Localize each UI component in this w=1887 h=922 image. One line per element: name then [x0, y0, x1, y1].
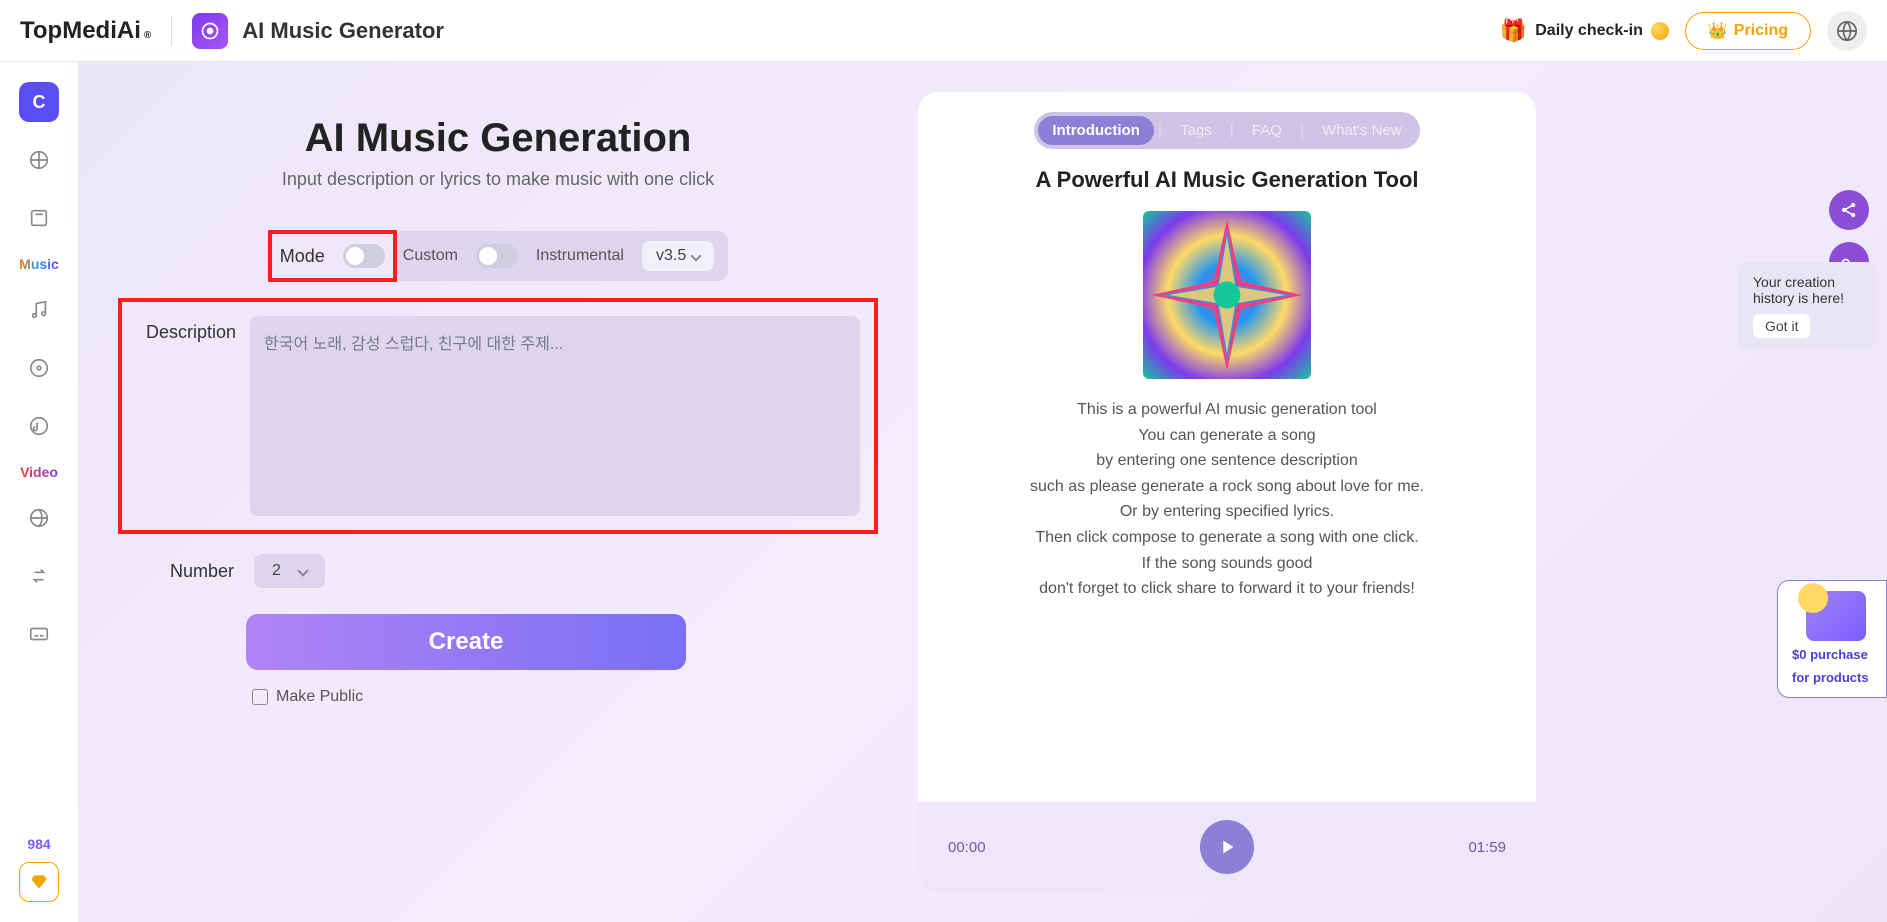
- app-title: AI Music Generator: [242, 18, 444, 44]
- version-value: v3.5: [656, 247, 686, 265]
- c-icon: C: [33, 92, 46, 113]
- custom-toggle[interactable]: [343, 244, 385, 268]
- instrumental-label: Instrumental: [536, 247, 624, 265]
- create-button[interactable]: Create: [246, 614, 686, 670]
- number-value: 2: [272, 562, 281, 580]
- logo[interactable]: TopMediAi ®: [20, 17, 151, 45]
- promo-banner[interactable]: $0 purchase for products: [1777, 580, 1887, 698]
- app-icon: [192, 13, 228, 49]
- panel-line: You can generate a song: [942, 423, 1512, 449]
- share-button[interactable]: [1829, 190, 1869, 230]
- description-input[interactable]: [250, 316, 860, 516]
- music-section-label: Music: [19, 256, 59, 272]
- panel-line: Or by entering specified lyrics.: [942, 499, 1512, 525]
- panel-line: don't forget to click share to forward i…: [942, 576, 1512, 602]
- content: AI Music Generation Input description or…: [78, 62, 1887, 922]
- video-section-label: Video: [20, 464, 58, 480]
- logo-text: TopMediAi: [20, 17, 141, 45]
- tab-separator: |: [1230, 122, 1234, 140]
- chevron-down-icon: [691, 250, 702, 261]
- sidebar: C Music Video 984: [0, 62, 78, 922]
- instrumental-toggle[interactable]: [476, 244, 518, 268]
- time-total: 01:59: [1468, 839, 1506, 856]
- mode-options: Custom Instrumental v3.5: [393, 231, 728, 281]
- form-area: AI Music Generation Input description or…: [118, 92, 878, 892]
- custom-label: Custom: [403, 247, 458, 265]
- number-select[interactable]: 2: [254, 554, 325, 588]
- pricing-button[interactable]: 👑 Pricing: [1685, 12, 1811, 50]
- sidebar-item-tiktok[interactable]: [19, 406, 59, 446]
- pricing-label: Pricing: [1734, 22, 1788, 40]
- public-row: Make Public: [252, 688, 878, 706]
- sidebar-bottom: 984: [19, 836, 59, 922]
- gift-icon: 🎁: [1500, 18, 1527, 44]
- sidebar-item-subtitle[interactable]: [19, 614, 59, 654]
- checkin-label: Daily check-in: [1535, 22, 1643, 40]
- panel-artwork: [1143, 211, 1311, 379]
- panel-line: This is a powerful AI music generation t…: [942, 397, 1512, 423]
- language-button[interactable]: [1827, 11, 1867, 51]
- sidebar-item-disc[interactable]: [19, 348, 59, 388]
- header-left: TopMediAi ® AI Music Generator: [20, 13, 444, 49]
- page-subtitle: Input description or lyrics to make musi…: [118, 169, 878, 190]
- header: TopMediAi ® AI Music Generator 🎁 Daily c…: [0, 0, 1887, 62]
- daily-checkin[interactable]: 🎁 Daily check-in: [1500, 18, 1669, 44]
- mode-highlight-box: Mode: [268, 230, 397, 282]
- panel-line: such as please generate a rock song abou…: [942, 474, 1512, 500]
- number-label: Number: [170, 561, 234, 582]
- sidebar-item-library[interactable]: [19, 198, 59, 238]
- public-checkbox[interactable]: [252, 689, 268, 705]
- sidebar-item-world[interactable]: [19, 498, 59, 538]
- description-label: Description: [146, 322, 236, 516]
- info-tabs: Introduction | Tags | FAQ | What's New: [1034, 112, 1419, 149]
- header-right: 🎁 Daily check-in 👑 Pricing: [1500, 11, 1867, 51]
- sidebar-item-explore[interactable]: [19, 140, 59, 180]
- time-current: 00:00: [948, 839, 986, 856]
- tab-separator: |: [1300, 122, 1304, 140]
- credits-count: 984: [27, 836, 50, 852]
- panel-description: This is a powerful AI music generation t…: [918, 397, 1536, 602]
- crown-icon: 👑: [1708, 21, 1728, 41]
- public-label: Make Public: [276, 688, 363, 706]
- tab-introduction[interactable]: Introduction: [1038, 116, 1153, 145]
- play-button[interactable]: [1200, 820, 1254, 874]
- info-panel: Introduction | Tags | FAQ | What's New A…: [918, 92, 1536, 892]
- history-tooltip: Your creation history is here! Got it: [1737, 262, 1877, 350]
- panel-title: A Powerful AI Music Generation Tool: [918, 167, 1536, 193]
- promo-gift-icon: [1806, 591, 1866, 641]
- page-title: AI Music Generation: [118, 116, 878, 161]
- description-highlight-box: Description: [118, 298, 878, 534]
- mode-row: Mode Custom Instrumental v3.5: [118, 230, 878, 282]
- chevron-down-icon: [297, 565, 308, 576]
- mode-label: Mode: [280, 246, 325, 267]
- version-select[interactable]: v3.5: [642, 241, 714, 271]
- sidebar-item-c[interactable]: C: [19, 82, 59, 122]
- tab-separator: |: [1158, 122, 1162, 140]
- diamond-button[interactable]: [19, 862, 59, 902]
- panel-line: Then click compose to generate a song wi…: [942, 525, 1512, 551]
- panel-line: by entering one sentence description: [942, 448, 1512, 474]
- logo-sup: ®: [144, 30, 151, 41]
- tab-faq[interactable]: FAQ: [1238, 116, 1296, 145]
- coin-icon: [1651, 22, 1669, 40]
- tooltip-got-it[interactable]: Got it: [1753, 314, 1810, 338]
- create-label: Create: [429, 628, 504, 655]
- promo-line2: for products: [1792, 670, 1880, 687]
- sidebar-item-music[interactable]: [19, 290, 59, 330]
- panel-line: If the song sounds good: [942, 551, 1512, 577]
- number-row: Number 2: [170, 554, 878, 588]
- promo-line1: $0 purchase: [1792, 647, 1880, 664]
- divider: [171, 16, 172, 46]
- sidebar-item-swap[interactable]: [19, 556, 59, 596]
- tab-whatsnew[interactable]: What's New: [1308, 116, 1416, 145]
- audio-player: 00:00 01:59: [918, 802, 1536, 892]
- tab-tags[interactable]: Tags: [1166, 116, 1226, 145]
- tooltip-text: Your creation history is here!: [1753, 274, 1861, 306]
